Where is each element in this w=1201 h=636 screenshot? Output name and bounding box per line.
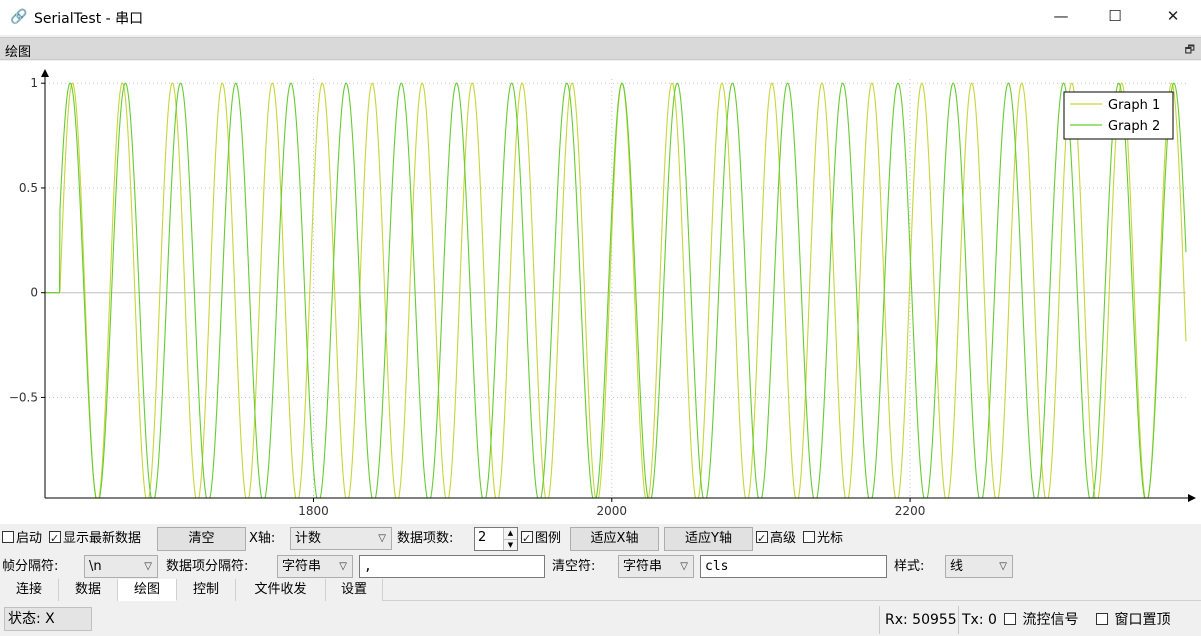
cursor-label: 光标 bbox=[817, 531, 844, 546]
advanced-checkbox[interactable]: 高级 bbox=[756, 527, 796, 551]
y-tick-label: −0.5 bbox=[9, 390, 38, 404]
always-on-top-check-box[interactable] bbox=[1096, 613, 1108, 625]
plot-chart[interactable]: 1800 2000 2200 −0.5 0 0.5 1 Graph 1 Graph 2 bbox=[0, 61, 1201, 524]
clear-char-type: 字符串 bbox=[623, 559, 663, 574]
y-tick-label: 0 bbox=[30, 286, 38, 300]
status-bar: 状态: X Rx: 50955 Tx: 0 流控信号 窗口置顶 bbox=[0, 604, 1201, 636]
spin-down-icon[interactable]: ▼ bbox=[503, 539, 517, 550]
tab-connect[interactable]: 连接 bbox=[0, 579, 59, 601]
chevron-down-icon: ▽ bbox=[339, 561, 347, 572]
chevron-down-icon: ▽ bbox=[999, 561, 1007, 572]
item-sep-input[interactable]: , bbox=[359, 555, 545, 578]
always-on-top-label: 窗口置顶 bbox=[1114, 612, 1171, 628]
clear-char-label: 清空符: bbox=[552, 559, 596, 574]
flow-control-check-box[interactable] bbox=[1004, 613, 1016, 625]
advanced-label: 高级 bbox=[770, 531, 797, 546]
frame-sep-value: \n bbox=[89, 559, 102, 574]
x-axis-arrow bbox=[1188, 494, 1196, 502]
close-button[interactable]: ✕ bbox=[1150, 0, 1196, 35]
connection-status: 状态: X bbox=[4, 607, 92, 631]
item-sep-type-select[interactable]: 字符串 ▽ bbox=[277, 555, 353, 578]
plot-dock-header: 绘图 🗗 bbox=[0, 37, 1201, 60]
fit-x-button[interactable]: 适应X轴 bbox=[570, 527, 659, 551]
dock-title: 绘图 bbox=[5, 45, 32, 60]
plot-controls-row-2: 帧分隔符: \n ▽ 数据项分隔符: 字符串 ▽ , 清空符: 字符串 ▽ cls 样… bbox=[0, 555, 1201, 581]
xaxis-value: 计数 bbox=[295, 531, 322, 546]
spin-up-icon[interactable]: ▲ bbox=[503, 528, 517, 539]
link-icon: 🔗 bbox=[10, 9, 28, 25]
legend-label: 图例 bbox=[535, 531, 562, 546]
plot-area[interactable]: 1800 2000 2200 −0.5 0 0.5 1 Graph 1 Graph 2 bbox=[0, 61, 1201, 524]
minimize-button[interactable]: — bbox=[1038, 0, 1084, 35]
tab-plot[interactable]: 绘图 bbox=[118, 579, 177, 601]
legend-entry: Graph 2 bbox=[1108, 119, 1160, 134]
restore-icon[interactable]: 🗗 bbox=[1185, 41, 1195, 60]
frame-sep-label: 帧分隔符: bbox=[2, 559, 59, 574]
item-sep-type: 字符串 bbox=[282, 559, 322, 574]
cursor-checkbox[interactable]: 光标 bbox=[803, 527, 843, 551]
rx-count: Rx: 50955 bbox=[885, 612, 957, 628]
y-tick-label: 1 bbox=[30, 76, 38, 90]
x-tick-label: 1800 bbox=[298, 504, 329, 518]
clear-button[interactable]: 清空 bbox=[157, 527, 246, 551]
item-sep-label: 数据项分隔符: bbox=[166, 559, 249, 574]
fit-y-button[interactable]: 适应Y轴 bbox=[664, 527, 753, 551]
xaxis-select[interactable]: 计数 ▽ bbox=[290, 527, 392, 550]
item-count-spinbox[interactable]: 2 ▲ ▼ bbox=[474, 527, 518, 551]
tx-count: Tx: 0 bbox=[962, 612, 997, 628]
window-title: SerialTest - 串口 bbox=[34, 11, 144, 27]
plot-controls-row-1: 启动 显示最新数据 清空 X轴: 计数 ▽ 数据项数: 2 ▲ ▼ 图例 适应X轴… bbox=[0, 527, 1201, 553]
tab-settings[interactable]: 设置 bbox=[326, 579, 383, 601]
advanced-check-box[interactable] bbox=[756, 527, 768, 551]
tab-data[interactable]: 数据 bbox=[59, 579, 118, 601]
tab-file-transfer[interactable]: 文件收发 bbox=[236, 579, 326, 601]
chevron-down-icon: ▽ bbox=[680, 561, 688, 572]
legend-checkbox[interactable]: 图例 bbox=[521, 527, 561, 551]
plot-legend: Graph 1 Graph 2 bbox=[1063, 91, 1174, 140]
cursor-check-box[interactable] bbox=[803, 531, 815, 543]
start-checkbox[interactable]: 启动 bbox=[2, 527, 42, 551]
maximize-button[interactable]: ☐ bbox=[1092, 0, 1138, 35]
frame-sep-select[interactable]: \n ▽ bbox=[84, 555, 158, 578]
y-tick-label: 0.5 bbox=[19, 181, 38, 195]
clear-char-type-select[interactable]: 字符串 ▽ bbox=[618, 555, 694, 578]
show-latest-label: 显示最新数据 bbox=[63, 531, 142, 546]
always-on-top-checkbox[interactable]: 窗口置顶 bbox=[1096, 607, 1170, 633]
plot-axes bbox=[41, 69, 1196, 502]
x-tick-label: 2000 bbox=[596, 504, 627, 518]
item-count-value: 2 bbox=[478, 530, 487, 545]
xaxis-label: X轴: bbox=[249, 531, 276, 546]
flow-control-checkbox[interactable]: 流控信号 bbox=[1004, 607, 1078, 633]
show-latest-check-box[interactable] bbox=[49, 527, 61, 551]
status-divider bbox=[879, 606, 880, 634]
legend-check-box[interactable] bbox=[521, 527, 533, 551]
style-select[interactable]: 线 ▽ bbox=[945, 555, 1013, 578]
clear-char-input[interactable]: cls bbox=[700, 555, 887, 578]
chevron-down-icon: ▽ bbox=[378, 533, 386, 544]
show-latest-checkbox[interactable]: 显示最新数据 bbox=[49, 527, 141, 551]
style-label: 样式: bbox=[894, 559, 925, 574]
legend-entry: Graph 1 bbox=[1108, 98, 1160, 113]
start-label: 启动 bbox=[16, 531, 43, 546]
main-tabs: 连接 数据 绘图 控制 文件收发 设置 bbox=[0, 579, 1201, 601]
flow-control-label: 流控信号 bbox=[1022, 612, 1079, 628]
x-tick-label: 2200 bbox=[895, 504, 926, 518]
start-check-box[interactable] bbox=[2, 531, 14, 543]
plot-series bbox=[45, 82, 1187, 499]
item-count-label: 数据项数: bbox=[397, 531, 454, 546]
tab-control[interactable]: 控制 bbox=[177, 579, 236, 601]
title-bar: 🔗 SerialTest - 串口 — ☐ ✕ bbox=[0, 0, 1201, 35]
y-axis-arrow bbox=[41, 69, 49, 77]
chevron-down-icon: ▽ bbox=[144, 561, 152, 572]
status-divider bbox=[958, 606, 959, 634]
style-value: 线 bbox=[950, 559, 964, 574]
